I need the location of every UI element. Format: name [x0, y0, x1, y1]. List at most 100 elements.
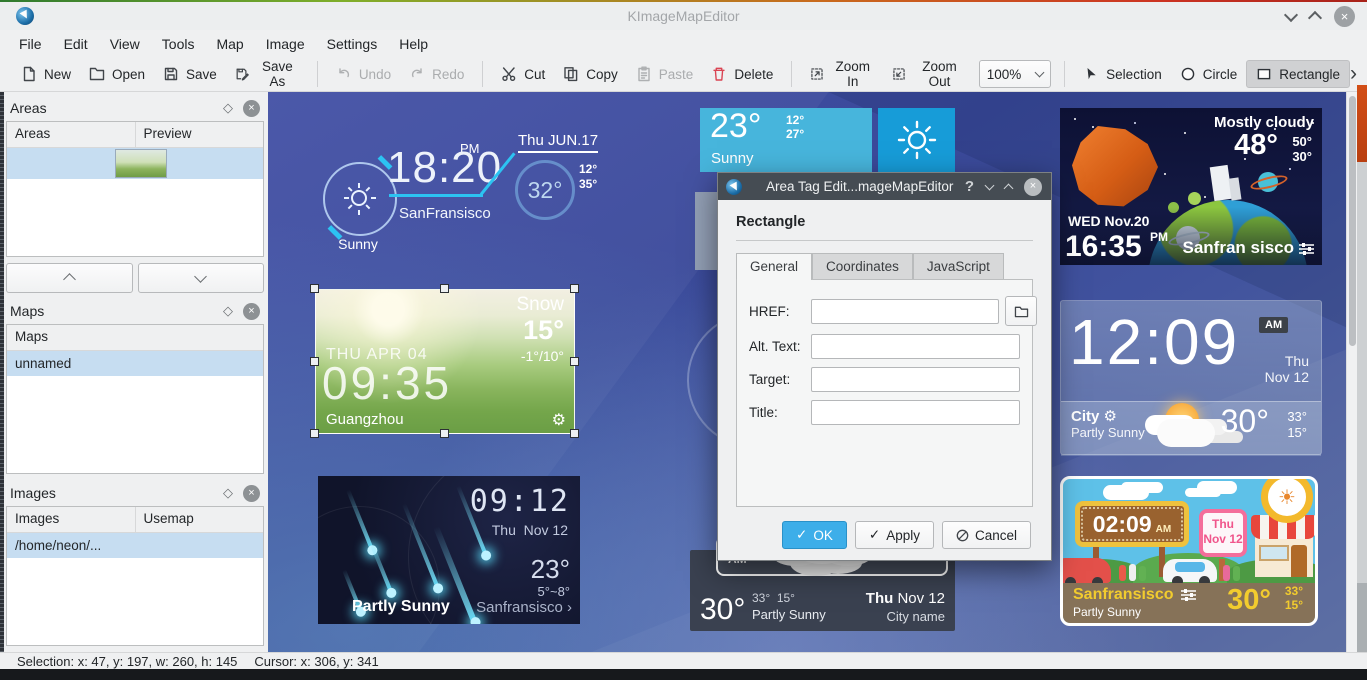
href-input[interactable]: [811, 299, 999, 324]
toolbar-overflow-icon[interactable]: ›: [1350, 62, 1357, 86]
browse-file-button[interactable]: [1005, 296, 1037, 326]
citybar-city: City name: [886, 609, 945, 624]
space-city: Sanfran sisco: [1183, 238, 1295, 258]
maps-column-header[interactable]: Maps: [7, 325, 263, 350]
selection-handle[interactable]: [310, 429, 319, 438]
image-list-item[interactable]: /home/neon/...: [7, 533, 263, 558]
save-button[interactable]: Save: [154, 60, 226, 88]
selection-handle[interactable]: [310, 357, 319, 366]
glass-temp: 30°: [1221, 403, 1269, 440]
maps-list: Maps unnamed: [6, 324, 264, 474]
alt-text-input[interactable]: [811, 334, 1020, 359]
statusbar-selection: Selection: x: 47, y: 197, w: 260, h: 145: [17, 654, 237, 669]
close-icon[interactable]: ×: [1334, 6, 1355, 27]
selection-handle[interactable]: [440, 429, 449, 438]
selection-handle[interactable]: [570, 357, 579, 366]
menu-view[interactable]: View: [99, 32, 151, 56]
close-panel-icon[interactable]: ×: [243, 485, 260, 502]
menu-file[interactable]: File: [8, 32, 53, 56]
menu-image[interactable]: Image: [255, 32, 316, 56]
cut-button[interactable]: Cut: [492, 60, 554, 88]
copy-icon: [563, 66, 579, 82]
shop-window: [1259, 545, 1289, 561]
red-car: [1060, 558, 1111, 583]
selection-handle[interactable]: [310, 284, 319, 293]
usemap-column-header[interactable]: Usemap: [135, 507, 264, 532]
circle-tool-button[interactable]: Circle: [1171, 60, 1247, 88]
dialog-titlebar[interactable]: Area Tag Edit...mageMapEditor ? ×: [718, 173, 1051, 200]
move-area-up-button[interactable]: [6, 263, 133, 293]
selection-handle[interactable]: [440, 284, 449, 293]
citybar-date: Nov 12: [897, 590, 945, 607]
target-input[interactable]: [811, 367, 1020, 392]
zoom-out-button[interactable]: Zoom Out: [883, 60, 974, 88]
zoom-in-icon: [810, 66, 824, 82]
settings-sliders-icon: [1181, 588, 1196, 602]
minimize-icon[interactable]: [1284, 8, 1298, 22]
menu-settings[interactable]: Settings: [316, 32, 389, 56]
open-folder-icon: [89, 66, 105, 82]
rectangle-tool-button[interactable]: Rectangle: [1246, 60, 1350, 88]
area-tag-editor-dialog: Area Tag Edit...mageMapEditor ? × Rectan…: [717, 172, 1052, 561]
glass-ampm: AM: [1259, 317, 1288, 333]
maximize-icon[interactable]: [1004, 183, 1014, 193]
paste-button[interactable]: Paste: [627, 60, 703, 88]
move-area-down-button[interactable]: [138, 263, 265, 293]
cancel-button[interactable]: Cancel: [942, 521, 1031, 549]
space-weather-widget: Mostly cloudy 48° 50° 30° WED Nov.20 16:…: [1060, 108, 1322, 265]
title-input[interactable]: [811, 400, 1020, 425]
close-panel-icon[interactable]: ×: [243, 303, 260, 320]
zoom-level-combobox[interactable]: 100%: [979, 60, 1052, 88]
cartoon-hi: 33°: [1285, 584, 1303, 598]
float-panel-icon[interactable]: ◇: [223, 100, 233, 116]
sun-tile-widget: [878, 108, 955, 172]
help-icon[interactable]: ?: [965, 178, 974, 195]
selection-tool-button[interactable]: Selection: [1074, 60, 1171, 88]
cartoon-temp: 30°: [1227, 584, 1271, 617]
tab-coordinates[interactable]: Coordinates: [812, 253, 913, 279]
selection-handle[interactable]: [570, 284, 579, 293]
cancel-slash-icon: [956, 529, 969, 542]
new-button[interactable]: New: [12, 60, 80, 88]
menu-tools[interactable]: Tools: [151, 32, 206, 56]
comet-city: Sanfransisco ›: [476, 599, 572, 616]
white-car: [1163, 559, 1217, 582]
map-list-item[interactable]: unnamed: [7, 351, 263, 376]
save-as-button[interactable]: Save As: [226, 60, 308, 88]
open-button[interactable]: Open: [80, 60, 154, 88]
copy-button[interactable]: Copy: [554, 60, 627, 88]
redo-button[interactable]: Redo: [400, 60, 473, 88]
dock-resize-strip[interactable]: [0, 92, 4, 652]
cartoon-date: Nov 12: [1203, 532, 1243, 547]
scrollbar-handle[interactable]: [1349, 96, 1356, 346]
minimize-icon[interactable]: [985, 180, 995, 190]
zoom-in-button[interactable]: Zoom In: [801, 60, 883, 88]
tab-general[interactable]: General: [736, 253, 812, 279]
ok-button[interactable]: ✓ OK: [782, 521, 847, 549]
menu-help[interactable]: Help: [388, 32, 439, 56]
titlebar[interactable]: KImageMapEditor ×: [0, 2, 1367, 30]
menu-edit[interactable]: Edit: [53, 32, 99, 56]
delete-button[interactable]: Delete: [702, 60, 782, 88]
images-column-header[interactable]: Images: [7, 507, 135, 532]
maximize-icon[interactable]: [1308, 11, 1322, 25]
cartoon-city: Sanfransisco: [1073, 586, 1173, 604]
selection-handle[interactable]: [570, 429, 579, 438]
area-list-item[interactable]: [7, 148, 263, 179]
apply-button[interactable]: ✓ Apply: [855, 521, 934, 549]
zigzag-date-line: [518, 151, 598, 153]
preview-column-header[interactable]: Preview: [135, 122, 264, 147]
cloud: [1197, 481, 1237, 494]
menu-map[interactable]: Map: [205, 32, 254, 56]
undo-button[interactable]: Undo: [327, 60, 400, 88]
cut-scissors-icon: [501, 66, 517, 82]
close-panel-icon[interactable]: ×: [243, 100, 260, 117]
areas-column-header[interactable]: Areas: [7, 122, 135, 147]
tab-javascript[interactable]: JavaScript: [913, 253, 1004, 279]
general-tab-content: HREF: Alt. Text: Target: Title:: [736, 279, 1033, 507]
float-panel-icon[interactable]: ◇: [223, 485, 233, 501]
close-icon[interactable]: ×: [1024, 178, 1042, 196]
statusbar-cursor: Cursor: x: 306, y: 341: [254, 654, 378, 669]
float-panel-icon[interactable]: ◇: [223, 303, 233, 319]
vertical-scrollbar[interactable]: [1346, 92, 1357, 652]
